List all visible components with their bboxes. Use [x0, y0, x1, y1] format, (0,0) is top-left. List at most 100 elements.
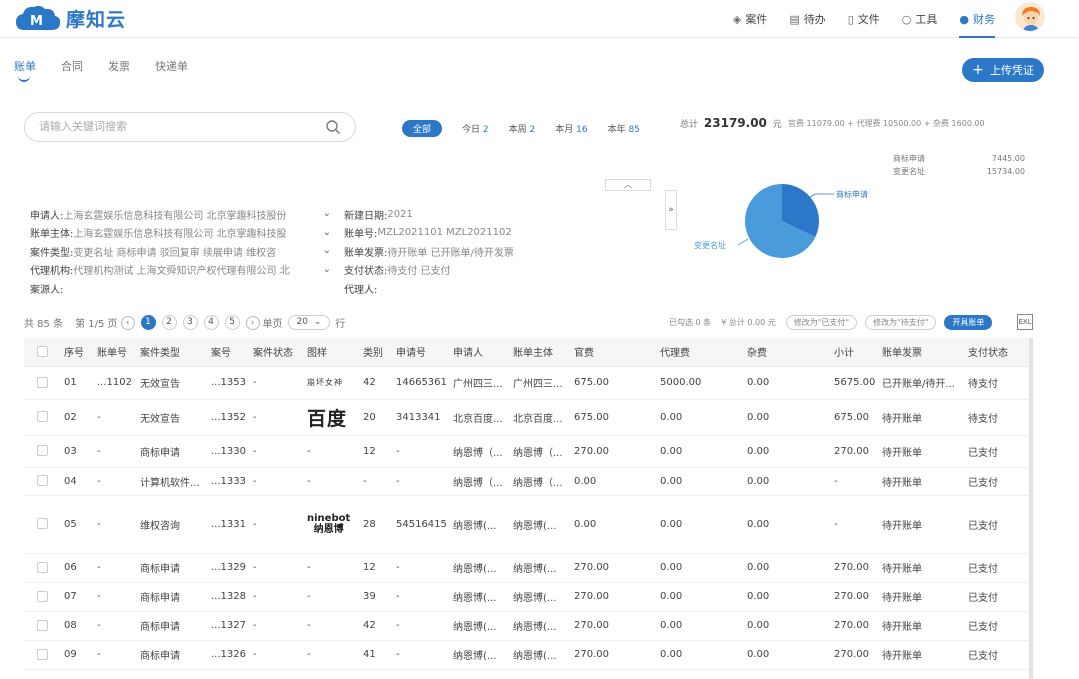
- cell-bill: -: [97, 495, 140, 554]
- topnav-item-3[interactable]: ○ 工具: [902, 0, 938, 38]
- table-row[interactable]: 04- 计算机软件... ...1333- - - - 纳恩博（... 纳恩博（... 0.00…: [24, 467, 1033, 496]
- mark-paid-button[interactable]: 修改为"已支付": [785, 315, 858, 330]
- table-row[interactable]: 06- 商标申请 ...1329- -12- 纳恩博(... 纳恩博(... 270.00 0…: [24, 553, 1033, 583]
- collapse-up-button[interactable]: ︿: [605, 179, 651, 191]
- filter-row[interactable]: 支付状态: 待支付 已支付: [344, 261, 644, 280]
- expand-side-button[interactable]: »: [665, 190, 677, 230]
- trademark-image: 百度: [307, 407, 348, 430]
- period-2[interactable]: 本周 2: [509, 122, 536, 135]
- table-row[interactable]: 05- 维权咨询 ...1331- ninebot 纳恩博 28 54516415 纳恩博(.…: [24, 495, 1033, 554]
- row-select-cell: [24, 611, 64, 641]
- cell-agent: 0.00: [660, 467, 747, 496]
- trademark-text-en: ninebot: [307, 513, 351, 524]
- cell-misc: 0.00: [747, 467, 834, 496]
- search-input[interactable]: [39, 120, 319, 133]
- cell-bill: -: [97, 435, 140, 468]
- chevron-down-icon[interactable]: ⌄: [323, 208, 331, 219]
- period-4[interactable]: 本年 85: [608, 122, 640, 135]
- upload-voucher-button[interactable]: + 上传凭证: [962, 58, 1044, 82]
- cell-agent: 5000.00: [660, 366, 747, 400]
- table-row[interactable]: 02- 无效宣告 ...1352- 百度 20 3413341 北京百度... 北京百度...…: [24, 399, 1033, 436]
- row-checkbox[interactable]: [37, 619, 48, 631]
- filter-row[interactable]: 账单主体: 上海玄霆娱乐信息科技有限公司 北京掌趣科技股 ⌄: [30, 224, 335, 243]
- row-checkbox[interactable]: [37, 445, 48, 457]
- page-number[interactable]: 2: [161, 315, 177, 330]
- filter-row[interactable]: 代理机构: 代理机构测试 上海文舜知识产权代理有限公司 北 ⌄: [30, 261, 335, 280]
- row-checkbox[interactable]: [37, 475, 48, 487]
- chevron-down-icon[interactable]: ⌄: [323, 227, 331, 238]
- table-row[interactable]: 09- 商标申请 ...1326- -41- 纳恩博(... 纳恩博(... 270.00 0…: [24, 640, 1033, 670]
- chevron-down-icon[interactable]: ⌄: [323, 245, 331, 256]
- prev-page-icon[interactable]: ‹: [120, 315, 135, 330]
- excel-export-icon[interactable]: EXL: [1017, 314, 1033, 330]
- tab-1[interactable]: 合同: [61, 58, 83, 84]
- tab-3[interactable]: 快递单: [155, 58, 188, 84]
- filter-row[interactable]: 案件类型: 变更名址 商标申请 驳回复审 续展申请 维权咨 ⌄: [30, 242, 335, 261]
- filter-row[interactable]: 案源人:: [30, 279, 335, 298]
- page-number[interactable]: 5: [224, 315, 240, 330]
- filter-row[interactable]: 申请人: 上海玄霆娱乐信息科技有限公司 北京掌趣科技股份 ⌄: [30, 205, 335, 224]
- cell-pay: 已支付: [968, 640, 1033, 670]
- cell-appno: 14665361: [396, 366, 453, 400]
- table-row[interactable]: 07- 商标申请 ...1328- -39- 纳恩博(... 纳恩博(... 270.00 0…: [24, 582, 1033, 612]
- mark-unpaid-button[interactable]: 修改为"待支付": [865, 315, 937, 330]
- page-size-select[interactable]: 20 ⌄: [287, 315, 331, 330]
- app-logo[interactable]: M 摩知云: [14, 4, 126, 32]
- page-number[interactable]: 1: [140, 315, 156, 330]
- total-unit: 元: [772, 120, 782, 130]
- cell-case: ...1352: [211, 399, 253, 436]
- column-header: 小计: [834, 338, 882, 367]
- topnav-item-4[interactable]: ● 财务: [959, 0, 995, 38]
- cell-misc: 0.00: [747, 435, 834, 468]
- row-checkbox[interactable]: [37, 411, 48, 423]
- row-checkbox[interactable]: [37, 376, 48, 388]
- chevron-down-icon[interactable]: ⌄: [323, 264, 331, 275]
- filter-row[interactable]: 代理人:: [344, 279, 644, 298]
- cell-applicant: 纳恩博(...: [453, 611, 513, 641]
- row-checkbox[interactable]: [37, 518, 48, 530]
- topnav-item-2[interactable]: ▯ 文件: [848, 0, 880, 38]
- total-amount: 23179.00: [703, 116, 767, 130]
- period-0[interactable]: 全部: [402, 120, 443, 137]
- cell-misc: 0.00: [747, 640, 834, 670]
- row-select-cell: [24, 495, 64, 554]
- table-row[interactable]: 03- 商标申请 ...1330- -12- 纳恩博（... 纳恩博（... 270.00 0…: [24, 435, 1033, 468]
- row-checkbox[interactable]: [37, 561, 48, 573]
- period-1[interactable]: 今日 2: [462, 122, 489, 135]
- topnav-item-0[interactable]: ◈ 案件: [733, 0, 767, 38]
- filter-row[interactable]: 账单号: MZL2021101 MZL2021102: [344, 224, 644, 243]
- topnav-item-1[interactable]: ▤ 待办: [789, 0, 825, 38]
- cell-status: -: [253, 366, 307, 400]
- page-number[interactable]: 4: [203, 315, 219, 330]
- cell-pay: 已支付: [968, 495, 1033, 554]
- next-page-icon[interactable]: ›: [245, 315, 260, 330]
- cell-case: ...1329: [211, 553, 253, 583]
- cell-subtotal: -: [834, 495, 882, 554]
- filter-label: 账单号:: [344, 229, 378, 241]
- cell-subtotal: 270.00: [834, 582, 882, 612]
- issue-bill-button[interactable]: 开具账单: [944, 315, 993, 330]
- select-all-cell: [24, 338, 64, 367]
- filter-row[interactable]: 新建日期: 2021: [344, 205, 644, 224]
- filter-row[interactable]: 账单发票: 待开账单 已开账单/待开发票: [344, 242, 644, 261]
- period-count: 85: [625, 125, 640, 135]
- cell-applicant: 纳恩博（...: [453, 467, 513, 496]
- cell-bill: -: [97, 553, 140, 583]
- topnav-label: 工具: [915, 13, 938, 26]
- period-3[interactable]: 本月 16: [555, 122, 587, 135]
- tab-0[interactable]: 账单: [14, 58, 36, 84]
- row-checkbox[interactable]: [37, 648, 48, 660]
- table-scrollbar[interactable]: [1029, 338, 1033, 679]
- user-avatar[interactable]: [1015, 2, 1045, 32]
- tab-2[interactable]: 发票: [108, 58, 130, 84]
- cell-misc: 0.00: [747, 366, 834, 400]
- row-checkbox[interactable]: [37, 590, 48, 602]
- table-row[interactable]: 01 ...1102 无效宣告 ...1353- 崩坏女神 42 14665361 广州四三.…: [24, 366, 1033, 400]
- search-icon[interactable]: [325, 119, 341, 135]
- filter-value: 代理机构测试 上海文舜知识产权代理有限公司 北: [73, 266, 290, 278]
- select-all-checkbox[interactable]: [37, 346, 48, 357]
- page-number[interactable]: 3: [182, 315, 198, 330]
- topnav-label: 财务: [973, 13, 995, 26]
- cell-status: -: [253, 611, 307, 641]
- table-row[interactable]: 08- 商标申请 ...1327- -42- 纳恩博(... 纳恩博(... 270.00 0…: [24, 611, 1033, 641]
